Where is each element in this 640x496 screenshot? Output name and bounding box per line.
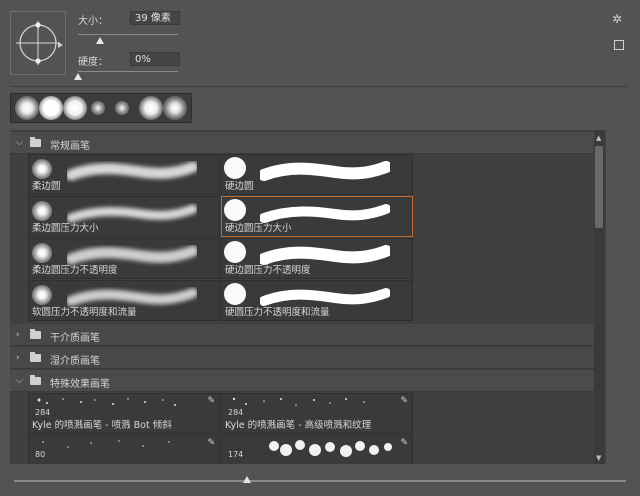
brush-item[interactable]: 80 ✎ — [28, 435, 220, 464]
preview-size-slider-knob[interactable] — [242, 476, 251, 483]
brush-item-selected[interactable]: 硬边圆压力大小 — [221, 196, 413, 237]
brush-tool-icon: ✎ — [400, 396, 408, 406]
brush-item[interactable]: 硬边圆 — [221, 154, 413, 195]
brush-size-count: 284 — [228, 408, 244, 417]
scrollbar-thumb[interactable] — [595, 146, 603, 228]
preset-brush[interactable] — [91, 101, 105, 115]
group-general-brushes[interactable]: ⌵ 常规画笔 — [10, 132, 596, 154]
group-name: 湿介质画笔 — [50, 356, 100, 367]
hardness-label: 硬度： — [78, 57, 108, 68]
preset-brush[interactable] — [63, 96, 87, 120]
brush-angle-icon — [16, 21, 60, 65]
group-name: 干介质画笔 — [50, 333, 100, 344]
size-slider-knob[interactable] — [96, 37, 104, 44]
divider — [10, 86, 628, 87]
brush-item[interactable]: 284 ✎ Kyle 的喷溅画笔 - 高级喷溅和纹理 — [221, 393, 413, 434]
spray-brush-preview — [42, 440, 170, 448]
size-label: 大小： — [78, 16, 108, 27]
brush-name: Kyle 的喷溅画笔 - 高级喷溅和纹理 — [225, 420, 372, 431]
soft-brush-icon — [32, 201, 52, 221]
brush-item[interactable]: 硬边圆压力不透明度 — [221, 238, 413, 279]
soft-brush-icon — [32, 159, 52, 179]
hardness-slider-track[interactable] — [78, 71, 178, 72]
preset-brush[interactable] — [163, 96, 187, 120]
folder-icon — [30, 352, 41, 362]
brush-item[interactable]: 软圆压力不透明度和流量 — [28, 280, 220, 321]
hard-brush-icon — [224, 157, 246, 179]
group-name: 常规画笔 — [50, 141, 90, 152]
chevron-down-icon[interactable]: ⌵ — [16, 376, 23, 386]
brush-name: 柔边圆压力不透明度 — [32, 265, 118, 276]
group-name: 特殊效果画笔 — [50, 379, 110, 390]
scroll-down-icon[interactable]: ▼ — [596, 454, 601, 462]
brush-name: 柔边圆 — [32, 181, 61, 192]
brush-size-count: 80 — [35, 450, 46, 459]
brush-size-count: 174 — [228, 450, 244, 459]
preview-size-slider-track[interactable] — [14, 480, 626, 482]
spray-brush-preview — [37, 398, 176, 406]
chevron-right-icon[interactable]: › — [16, 330, 20, 340]
scroll-up-icon[interactable]: ▲ — [596, 134, 601, 142]
brush-item[interactable]: 284 ✎ Kyle 的喷溅画笔 - 喷溅 Bot 倾斜 — [28, 393, 220, 434]
preview-expand-icon[interactable] — [58, 42, 63, 48]
brush-tool-icon: ✎ — [400, 438, 408, 448]
chevron-down-icon[interactable]: ⌵ — [16, 138, 23, 148]
brush-item[interactable]: 174 ✎ — [221, 435, 413, 464]
group-wet-media-brushes[interactable]: › 湿介质画笔 — [10, 347, 596, 369]
brush-stroke-preview — [260, 161, 390, 181]
new-preset-icon[interactable] — [614, 40, 624, 50]
soft-brush-icon — [32, 285, 52, 305]
group-dry-media-brushes[interactable]: › 干介质画笔 — [10, 324, 596, 346]
size-field[interactable]: 39 像素 — [130, 11, 180, 25]
hard-brush-icon — [224, 241, 246, 263]
preset-brush[interactable] — [15, 96, 39, 120]
brush-name: 硬圆压力不透明度和流量 — [225, 307, 330, 318]
brush-name: 软圆压力不透明度和流量 — [32, 307, 137, 318]
folder-icon — [30, 137, 41, 147]
brush-tool-icon: ✎ — [207, 438, 215, 448]
spray-brush-preview — [232, 397, 365, 406]
soft-brush-icon — [32, 243, 52, 263]
spray-brush-preview — [269, 440, 392, 457]
preset-brush[interactable] — [139, 96, 163, 120]
chevron-right-icon[interactable]: › — [16, 353, 20, 363]
brush-name: 硬边圆压力不透明度 — [225, 265, 311, 276]
brush-size-count: 284 — [35, 408, 51, 417]
brush-item[interactable]: 硬圆压力不透明度和流量 — [221, 280, 413, 321]
brush-tool-icon: ✎ — [207, 396, 215, 406]
brush-name: 硬边圆 — [225, 181, 254, 192]
brush-stroke-preview — [67, 161, 197, 181]
brush-name: 柔边圆压力大小 — [32, 223, 99, 234]
brush-name: 硬边圆压力大小 — [225, 223, 292, 234]
group-special-effects-brushes[interactable]: ⌵ 特殊效果画笔 — [10, 370, 596, 392]
brush-list: ⌵ 常规画笔 柔边圆 硬边圆 柔边圆压力大小 硬边圆压力大小 柔边圆压力不透明度… — [10, 130, 606, 464]
folder-icon — [30, 375, 41, 385]
hardness-slider-knob[interactable] — [74, 73, 82, 80]
preset-brush[interactable] — [39, 96, 63, 120]
size-slider-track[interactable] — [78, 34, 178, 35]
hard-brush-icon — [224, 283, 246, 305]
brush-item[interactable]: 柔边圆 — [28, 154, 220, 195]
folder-icon — [30, 329, 41, 339]
preset-brush[interactable] — [115, 101, 129, 115]
gear-icon[interactable]: ✲ — [612, 12, 622, 26]
brush-item[interactable]: 柔边圆压力不透明度 — [28, 238, 220, 279]
hard-brush-icon — [224, 199, 246, 221]
brush-name: Kyle 的喷溅画笔 - 喷溅 Bot 倾斜 — [32, 420, 172, 431]
recent-brushes-row — [10, 93, 192, 123]
hardness-field[interactable]: 0% — [130, 52, 180, 66]
brush-item[interactable]: 柔边圆压力大小 — [28, 196, 220, 237]
